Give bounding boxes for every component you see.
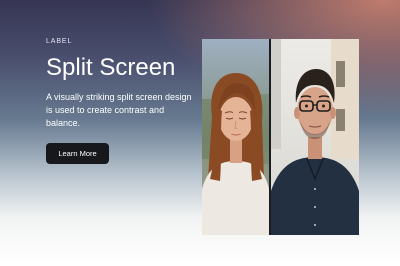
split-image-frame bbox=[202, 39, 359, 235]
learn-more-button[interactable]: Learn More bbox=[46, 143, 109, 164]
hero-description: A visually striking split screen design … bbox=[46, 92, 192, 128]
portrait-man-image bbox=[271, 39, 359, 235]
hero-label: LABEL bbox=[46, 38, 73, 45]
hero-title: Split Screen bbox=[46, 54, 176, 81]
hero-copy: LABEL Split Screen A visually striking s… bbox=[46, 37, 196, 164]
portrait-woman-image bbox=[202, 39, 269, 235]
hero-section: LABEL Split Screen A visually striking s… bbox=[0, 0, 400, 266]
